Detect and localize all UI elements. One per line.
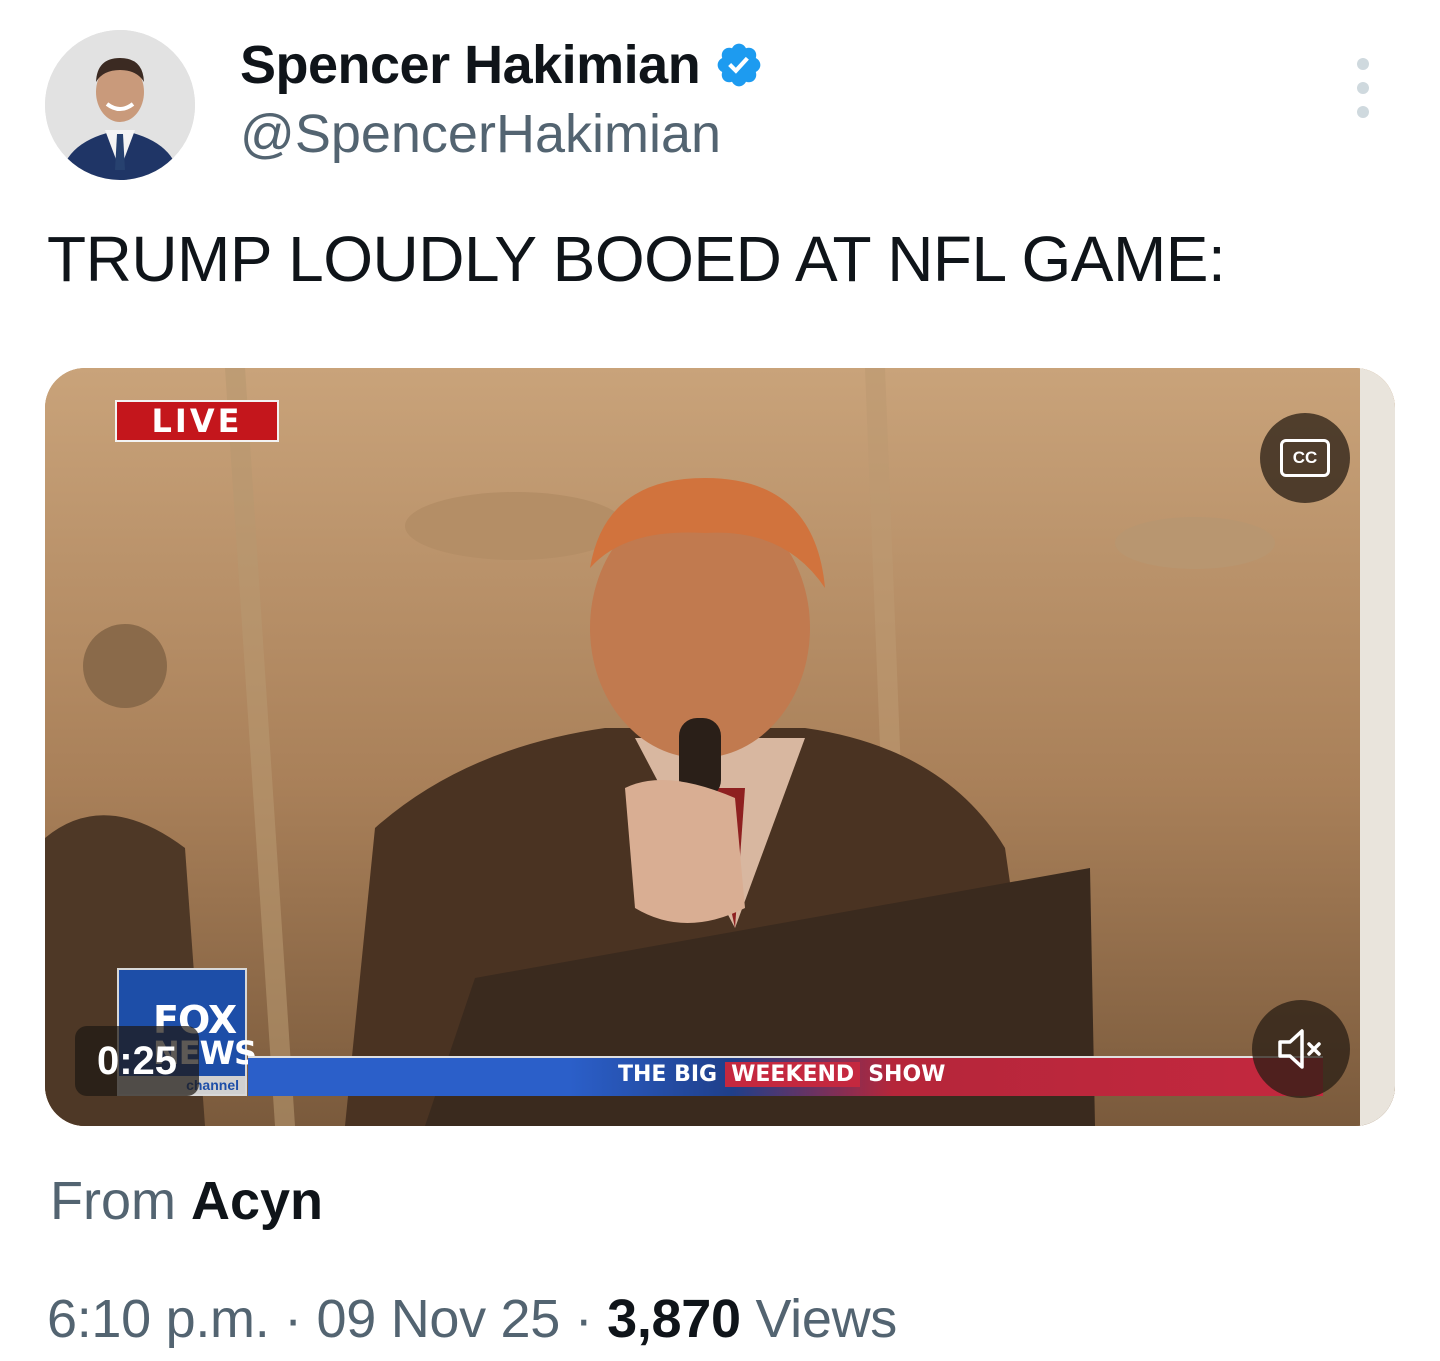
ticker-mid: WEEKEND [725,1062,861,1087]
more-dot [1357,82,1369,94]
video-duration: 0:25 [75,1026,199,1096]
verified-badge-icon [717,43,761,87]
views-label: Views [755,1289,898,1349]
video-frame [45,368,1395,1126]
video-attribution: From Acyn [50,1170,323,1232]
ticker-pre: THE BIG [618,1062,718,1087]
speaker-muted-icon [1278,1029,1321,1069]
author-avatar[interactable] [45,30,195,180]
tweet-meta: 6:10 p.m. · 09 Nov 25 · 3,870 Views [47,1288,897,1350]
author-handle[interactable]: @SpencerHakimian [240,103,721,165]
live-badge: LIVE [115,400,279,442]
ticker-label: THE BIG WEEKEND SHOW [618,1062,945,1087]
attribution-source[interactable]: Acyn [191,1171,323,1231]
meta-separator: · [284,1289,302,1349]
mute-button[interactable] [1252,1000,1350,1098]
tweet-time[interactable]: 6:10 p.m. [47,1289,270,1349]
tweet-text: TRUMP LOUDLY BOOED AT NFL GAME: [47,223,1226,295]
author-name[interactable]: Spencer Hakimian [240,34,701,96]
avatar-image [45,30,195,180]
more-dot [1357,106,1369,118]
more-dot [1357,58,1369,70]
views-count: 3,870 [607,1289,741,1349]
video-player[interactable]: LIVE CC FOX NEWS channel THE BIG WEEKEND… [45,368,1395,1126]
meta-separator: · [574,1289,593,1349]
tweet-date[interactable]: 09 Nov 25 [317,1289,561,1349]
attribution-prefix: From [50,1171,176,1231]
more-options-icon[interactable] [1338,58,1388,118]
news-ticker: THE BIG WEEKEND SHOW [248,1056,1323,1096]
ticker-post: SHOW [868,1062,946,1087]
author-name-row: Spencer Hakimian [240,34,764,96]
cc-icon: CC [1280,439,1330,477]
closed-captions-button[interactable]: CC [1260,413,1350,503]
